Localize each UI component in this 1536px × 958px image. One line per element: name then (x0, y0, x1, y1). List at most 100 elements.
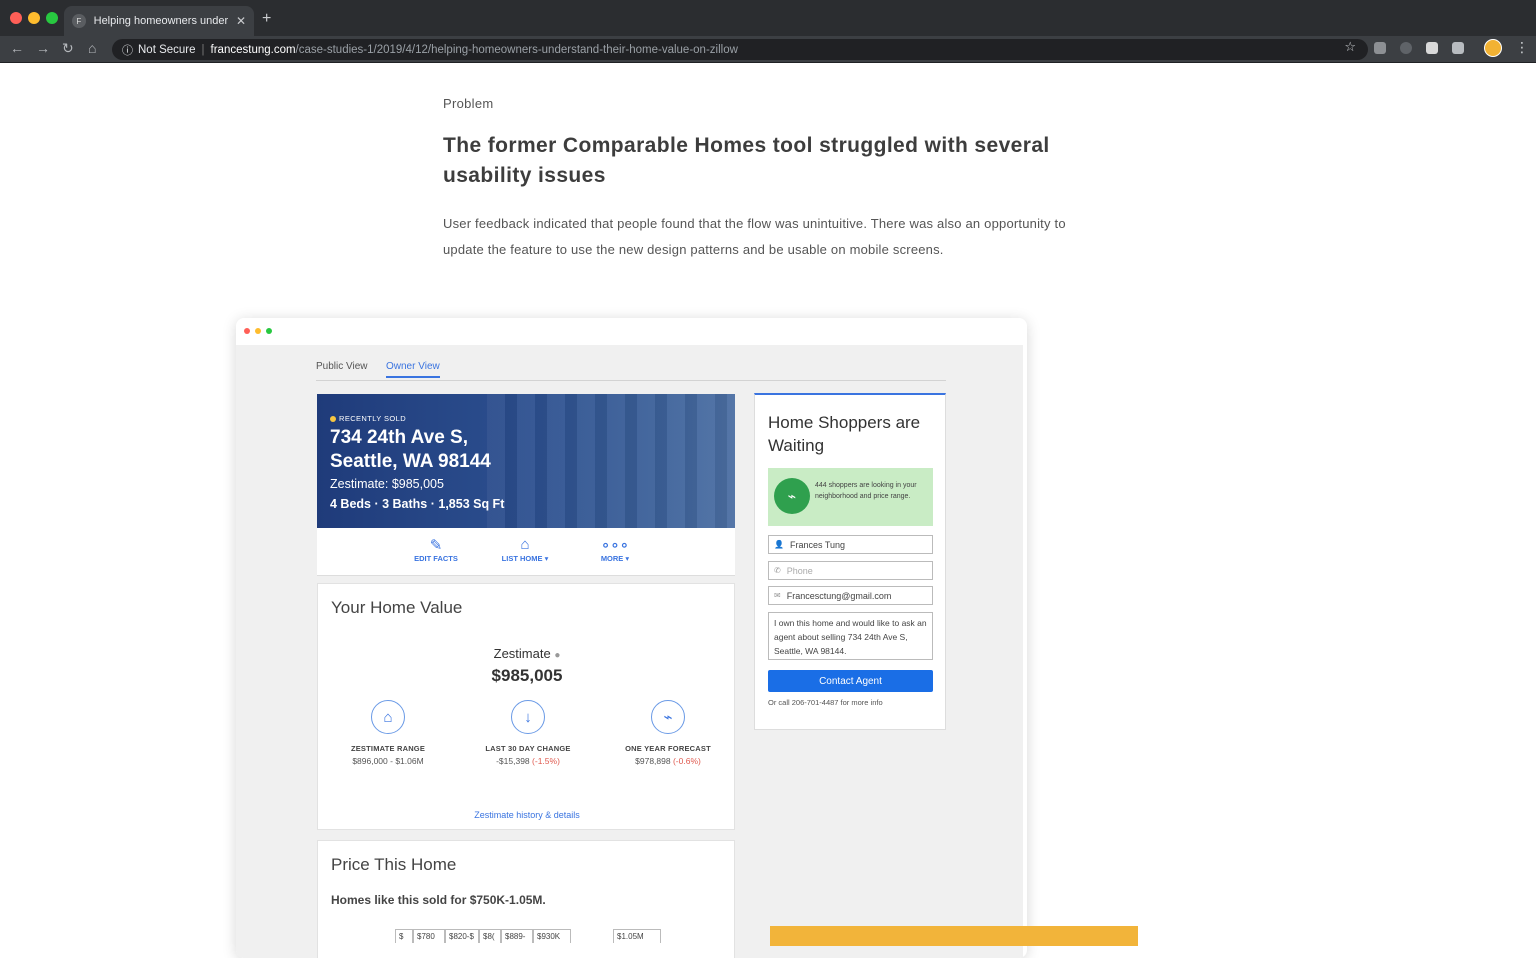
contact-agent-button[interactable]: Contact Agent (768, 670, 933, 692)
mockup-dot (266, 328, 272, 334)
email-value: Francesctung@gmail.com (786, 590, 892, 601)
histogram-bin[interactable]: $820-$ (445, 929, 479, 943)
side-title: Home Shoppers are Waiting (768, 413, 921, 455)
info-icon[interactable]: ⓘ (122, 42, 133, 58)
price-histogram: $ $780 $820-$ $8( $889- $930K (395, 929, 571, 943)
list-home-button[interactable]: ⌂ LIST HOME ▾ (499, 536, 551, 563)
extension-icon[interactable] (1400, 42, 1412, 54)
tab-public-view[interactable]: Public View (316, 361, 368, 372)
mail-icon: ✉ (774, 591, 781, 600)
price-histogram-max: $1.05M (613, 929, 661, 943)
edit-facts-button[interactable]: ✎ EDIT FACTS (413, 536, 459, 563)
tab-owner-view[interactable]: Owner View (386, 361, 440, 378)
url-path: /case-studies-1/2019/4/12/helping-homeow… (295, 43, 738, 56)
section-headline: The former Comparable Homes tool struggl… (443, 134, 1050, 187)
tab-title: Helping homeowners understand (93, 15, 228, 27)
email-field[interactable]: ✉ Francesctung@gmail.com (768, 586, 933, 605)
name-value: Frances Tung (789, 539, 845, 550)
forecast-label: ONE YEAR FORECAST (625, 744, 711, 753)
chart-icon: ⌁ (651, 700, 685, 734)
screenshot-mockup: Public View Owner View RECENTLY SOLD 734… (236, 318, 1027, 958)
address-bar[interactable]: ⓘ Not Secure | francestung.com /case-stu… (112, 39, 1368, 60)
range-label: ZESTIMATE RANGE (350, 744, 426, 753)
home-value-card: Your Home Value Zestimate ● $985,005 ⌂ Z… (317, 583, 735, 830)
browser-tab[interactable]: F Helping homeowners understand ✕ (64, 6, 254, 36)
histogram-bin[interactable]: $889- (501, 929, 533, 943)
extension-icon[interactable] (1426, 42, 1438, 54)
mockup-dot (244, 328, 250, 334)
browser-tab-strip: F Helping homeowners understand ✕ + (0, 0, 1536, 36)
mockup-dot (255, 328, 261, 334)
user-icon: 👤 (774, 540, 784, 549)
extension-icon[interactable] (1452, 42, 1464, 54)
forecast-value: $978,898 (-0.6%) (608, 756, 728, 766)
reload-icon[interactable]: ↻ (62, 40, 74, 57)
change-value: -$15,398 (-1.5%) (468, 756, 588, 766)
message-textarea[interactable]: I own this home and would like to ask an… (768, 612, 933, 660)
hero-zestimate: Zestimate: $985,005 (330, 477, 444, 491)
kebab-menu-icon[interactable]: ⋮ (1515, 39, 1529, 56)
alert-text: 444 shoppers are looking in your neighbo… (815, 482, 917, 500)
more-label: MORE ▾ (600, 554, 630, 563)
chart-icon: ⌁ (774, 478, 810, 514)
zestimate-value: $985,005 (491, 666, 563, 685)
histogram-bin-max[interactable]: $1.05M (613, 929, 661, 943)
phone-icon: ✆ (774, 566, 781, 575)
browser-toolbar: ← → ↻ ⌂ ⓘ Not Secure | francestung.com /… (0, 36, 1536, 63)
name-field[interactable]: 👤 Frances Tung (768, 535, 933, 554)
home-address: 734 24th Ave S, Seattle, WA 98144 (330, 426, 491, 474)
call-text: Or call 206-701-4487 for more info (768, 698, 883, 707)
omnibox-divider: | (201, 43, 205, 56)
histogram-bin[interactable]: $8( (479, 929, 501, 943)
more-dots-icon: ∘∘∘ (600, 537, 630, 554)
help-icon[interactable]: ● (554, 650, 560, 661)
zestimate-label: Zestimate ● (318, 646, 736, 661)
status-dot-icon (330, 415, 336, 422)
home-icon[interactable]: ⌂ (88, 40, 96, 56)
home-hero: RECENTLY SOLD 734 24th Ave S, Seattle, W… (317, 394, 735, 528)
yellow-banner (770, 926, 1138, 946)
change-label: LAST 30 DAY CHANGE (485, 744, 571, 753)
change-percent: (-1.5%) (532, 756, 560, 766)
range-value: $896,000 - $1.06M (352, 756, 424, 766)
phone-field[interactable]: ✆ Phone (768, 561, 933, 580)
contact-agent-panel: Home Shoppers are Waiting ⌁ 444 shoppers… (754, 393, 946, 730)
star-icon[interactable]: ☆ (1344, 39, 1356, 55)
histogram-bin[interactable]: $780 (413, 929, 445, 943)
zestimate-range-metric: ⌂ ZESTIMATE RANGE $896,000 - $1.06M (328, 700, 448, 766)
home-actions: ✎ EDIT FACTS ⌂ LIST HOME ▾ ∘∘∘ MORE ▾ (317, 528, 735, 576)
profile-avatar[interactable] (1484, 39, 1502, 57)
mockup-window-dots (244, 328, 272, 334)
more-button[interactable]: ∘∘∘ MORE ▾ (597, 536, 633, 563)
price-this-home-card: Price This Home Homes like this sold for… (317, 840, 735, 958)
house-photo (487, 394, 735, 528)
change-amount: -$15,398 (496, 756, 530, 766)
favicon-icon: F (72, 14, 86, 28)
last-30-day-metric: ↓ LAST 30 DAY CHANGE -$15,398 (-1.5%) (468, 700, 588, 766)
zestimate-history-link[interactable]: Zestimate history & details (318, 810, 736, 820)
maximize-window-button[interactable] (46, 12, 58, 24)
home-icon: ⌂ (520, 536, 530, 553)
view-tabs: Public View Owner View (316, 359, 946, 381)
minimize-window-button[interactable] (28, 12, 40, 24)
forecast-percent: (-0.6%) (672, 756, 701, 766)
recently-sold-badge: RECENTLY SOLD (330, 414, 406, 423)
forecast-amount: $978,898 (635, 756, 671, 766)
histogram-bin[interactable]: $930K (533, 929, 571, 943)
badge-label: RECENTLY SOLD (339, 414, 407, 423)
address-line1: 734 24th Ave S, (330, 427, 469, 448)
mockup-content: Public View Owner View RECENTLY SOLD 734… (236, 345, 1023, 958)
histogram-bin[interactable]: $ (395, 929, 413, 943)
zestimate-label-text: Zestimate (493, 646, 551, 661)
close-window-button[interactable] (10, 12, 22, 24)
forward-arrow-icon[interactable]: → (36, 40, 50, 56)
close-tab-icon[interactable]: ✕ (236, 14, 246, 28)
url-host: francestung.com (210, 43, 296, 56)
new-tab-icon[interactable]: + (262, 10, 271, 28)
price-home-title: Price This Home (331, 855, 457, 874)
phone-placeholder: Phone (786, 565, 813, 576)
article-section: Problem The former Comparable Homes tool… (443, 96, 1103, 263)
back-arrow-icon[interactable]: ← (10, 40, 24, 56)
security-label: Not Secure (138, 43, 196, 56)
pocket-extension-icon[interactable] (1374, 42, 1386, 54)
